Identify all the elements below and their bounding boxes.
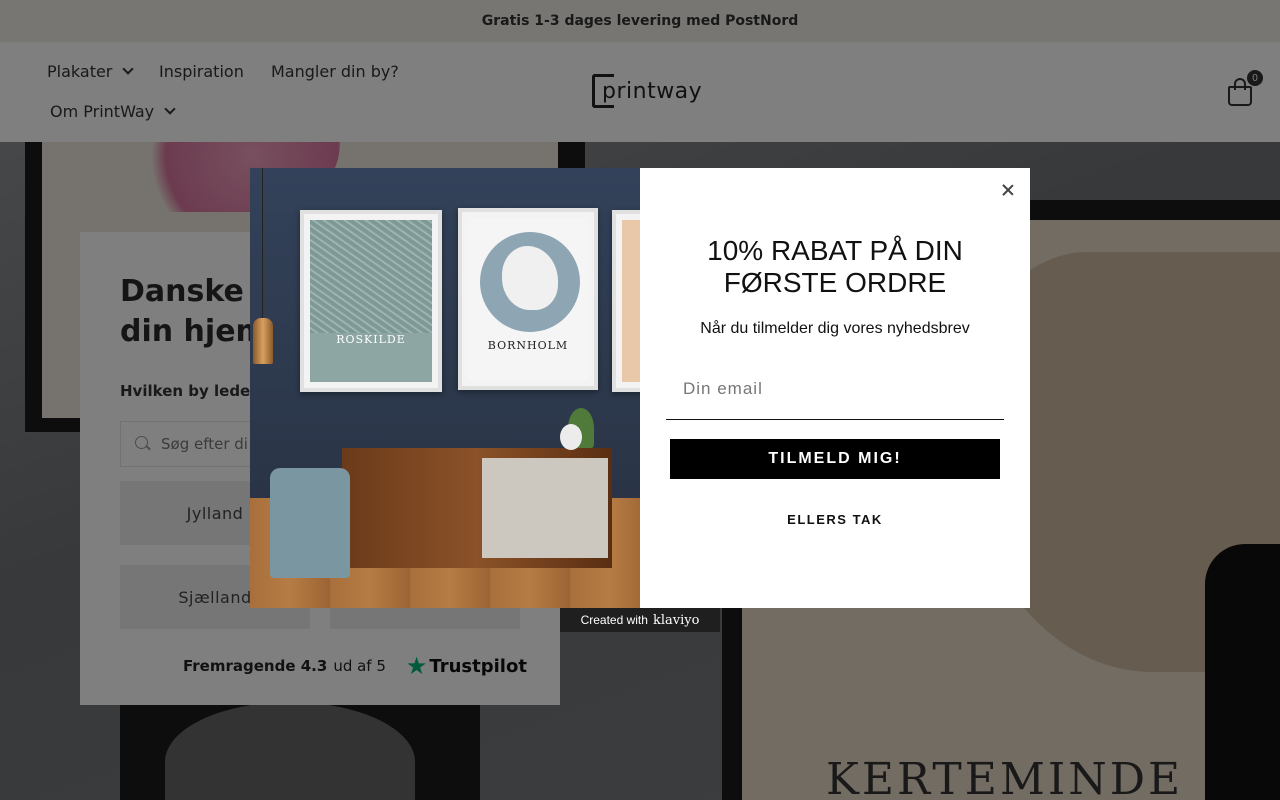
email-field[interactable] bbox=[666, 358, 1004, 420]
poster-label: ROSKILDE bbox=[336, 333, 406, 346]
newsletter-popup: ROSKILDE BORNHOLM 10% RABAT PÅ DIN FØRST… bbox=[250, 168, 1030, 608]
map-circle bbox=[480, 232, 580, 332]
poster-artwork bbox=[622, 220, 640, 382]
close-icon bbox=[1002, 184, 1014, 196]
poster-bornholm: BORNHOLM bbox=[458, 208, 598, 390]
popup-image: ROSKILDE BORNHOLM bbox=[250, 168, 640, 608]
close-button[interactable] bbox=[998, 180, 1018, 200]
poster-roskilde: ROSKILDE bbox=[300, 210, 442, 392]
badge-prefix: Created with bbox=[580, 613, 648, 627]
armchair bbox=[270, 468, 350, 578]
popup-title: 10% RABAT PÅ DIN FØRSTE ORDRE bbox=[707, 235, 963, 298]
pendant-lamp bbox=[253, 318, 273, 364]
poster-partial bbox=[612, 210, 640, 392]
popup-form: 10% RABAT PÅ DIN FØRSTE ORDRE Når du til… bbox=[640, 168, 1030, 608]
poster-artwork: ROSKILDE bbox=[310, 220, 432, 382]
lamp-cord bbox=[262, 168, 263, 318]
subscribe-button[interactable]: TILMELD MIG! bbox=[670, 439, 1000, 479]
decline-button[interactable]: ELLERS TAK bbox=[735, 508, 935, 530]
vase bbox=[560, 424, 582, 450]
sideboard-door bbox=[482, 458, 608, 558]
poster-artwork: BORNHOLM bbox=[468, 218, 588, 380]
popup-subtitle: Når du tilmelder dig vores nyhedsbrev bbox=[700, 320, 970, 337]
map-artwork bbox=[310, 220, 432, 334]
poster-label: BORNHOLM bbox=[487, 339, 569, 352]
klaviyo-logo: klaviyo bbox=[652, 612, 700, 628]
klaviyo-badge[interactable]: Created with klaviyo bbox=[560, 608, 720, 632]
